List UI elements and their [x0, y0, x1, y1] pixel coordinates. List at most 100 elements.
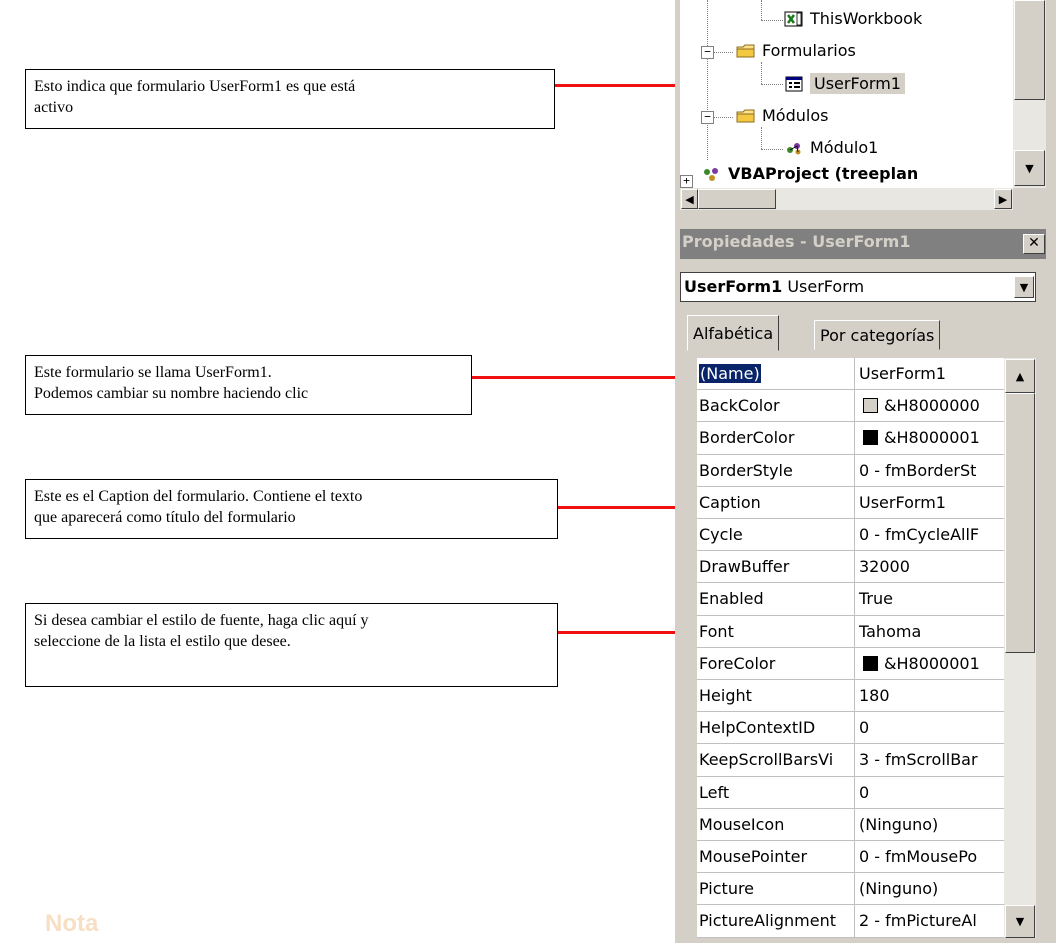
object-type: UserForm: [787, 277, 865, 296]
property-value[interactable]: 0 - fmMousePo: [855, 841, 1004, 872]
tree-vertical-scroll-thumb[interactable]: [1014, 0, 1045, 100]
callout-form-name: Este formulario se llama UserForm1. Pode…: [25, 355, 472, 415]
property-row-mousepointer[interactable]: MousePointer 0 - fmMousePo: [697, 841, 1004, 874]
collapse-modulos-toggle[interactable]: −: [701, 111, 714, 124]
tree-item-label: Módulo1: [810, 138, 879, 157]
excel-workbook-icon: [784, 11, 803, 26]
properties-scroll-thumb[interactable]: [1005, 393, 1035, 653]
property-value[interactable]: UserForm1: [855, 487, 1004, 518]
note-label: Nota: [45, 910, 99, 937]
chevron-down-icon[interactable]: ▼: [1014, 276, 1034, 298]
tab-por-categorias[interactable]: Por categorías: [814, 320, 941, 350]
property-name: (Name): [697, 358, 855, 390]
property-row-borderstyle[interactable]: BorderStyle 0 - fmBorderSt: [697, 454, 1004, 487]
property-value[interactable]: 180: [855, 680, 1004, 711]
tab-alfabetica[interactable]: Alfabética: [687, 315, 780, 351]
tree-item-userform1[interactable]: UserForm1: [784, 73, 905, 94]
property-value[interactable]: Tahoma: [855, 616, 1004, 647]
property-value[interactable]: 0 - fmBorderSt: [855, 455, 1004, 486]
property-value[interactable]: 0 - fmCycleAllF: [855, 519, 1004, 550]
property-row-helpcontextid[interactable]: HelpContextID 0: [697, 712, 1004, 745]
property-row-forecolor[interactable]: ForeColor &H8000001: [697, 647, 1004, 680]
property-name: PictureAlignment: [697, 905, 855, 937]
property-name: DrawBuffer: [697, 551, 855, 583]
tree-line: [761, 149, 783, 150]
tree-item-vbaproject[interactable]: VBAProject (treeplan: [702, 164, 918, 183]
property-row-caption[interactable]: Caption UserForm1: [697, 486, 1004, 519]
tree-item-thisworkbook[interactable]: ThisWorkbook: [784, 9, 922, 28]
property-name: HelpContextID: [697, 712, 855, 744]
property-value[interactable]: &H8000001: [855, 648, 1004, 679]
property-row-name[interactable]: (Name) UserForm1: [697, 358, 1004, 391]
tree-item-label: VBAProject (treeplan: [728, 164, 919, 183]
property-value[interactable]: True: [855, 583, 1004, 614]
property-name: Picture: [697, 873, 855, 905]
property-value[interactable]: UserForm1: [855, 358, 1004, 389]
property-name: MousePointer: [697, 841, 855, 873]
property-value[interactable]: 0: [855, 712, 1004, 743]
property-value[interactable]: (Ninguno): [855, 873, 1004, 904]
property-name: Left: [697, 776, 855, 808]
property-name: MouseIcon: [697, 808, 855, 840]
property-name: Cycle: [697, 519, 855, 551]
tree-item-label: UserForm1: [810, 73, 905, 94]
tree-line: [761, 127, 762, 149]
tree-scroll-right-button[interactable]: ▶: [994, 189, 1012, 209]
tree-item-formularios[interactable]: Formularios: [736, 41, 856, 60]
property-value[interactable]: &H8000000: [855, 390, 1004, 421]
property-row-drawbuffer[interactable]: DrawBuffer 32000: [697, 551, 1004, 584]
property-value[interactable]: &H8000001: [855, 422, 1004, 453]
properties-grid: (Name) UserForm1 BackColor &H8000000 Bor…: [697, 358, 1004, 938]
color-swatch: [863, 430, 878, 446]
properties-scroll-down-button[interactable]: ▼: [1005, 905, 1035, 938]
tree-scroll-left-button[interactable]: ◀: [681, 189, 698, 209]
expand-vbaproject-toggle[interactable]: +: [680, 175, 693, 188]
property-name: KeepScrollBarsVi: [697, 744, 855, 776]
module-icon: [787, 142, 801, 154]
callout-caption: Este es el Caption del formulario. Conti…: [25, 479, 558, 539]
property-value[interactable]: 3 - fmScrollBar: [855, 744, 1004, 775]
property-value[interactable]: 2 - fmPictureAl: [855, 905, 1004, 936]
tree-item-label: Módulos: [762, 106, 829, 125]
property-value[interactable]: 0: [855, 777, 1004, 808]
property-name: BackColor: [697, 390, 855, 422]
property-name: Enabled: [697, 583, 855, 615]
callout-active-form: Esto indica que formulario UserForm1 es …: [25, 69, 555, 129]
property-name: Caption: [697, 486, 855, 518]
property-name: Font: [697, 615, 855, 647]
tree-horizontal-scroll-thumb[interactable]: [698, 189, 776, 209]
property-row-height[interactable]: Height 180: [697, 680, 1004, 713]
tree-item-modulos[interactable]: Módulos: [736, 106, 828, 125]
property-name: ForeColor: [697, 647, 855, 679]
property-row-left[interactable]: Left 0: [697, 776, 1004, 809]
callout-font: Si desea cambiar el estilo de fuente, ha…: [25, 603, 558, 687]
close-icon[interactable]: ✕: [1023, 234, 1045, 254]
property-value[interactable]: (Ninguno): [855, 809, 1004, 840]
userform-icon: [785, 76, 803, 91]
property-row-backcolor[interactable]: BackColor &H8000000: [697, 390, 1004, 423]
property-row-enabled[interactable]: Enabled True: [697, 583, 1004, 616]
collapse-formularios-toggle[interactable]: −: [701, 46, 714, 59]
tree-line: [761, 0, 762, 20]
folder-icon: [736, 109, 755, 122]
properties-scroll-up-button[interactable]: ▲: [1005, 359, 1035, 393]
vbaproject-icon: [704, 167, 718, 181]
property-row-cycle[interactable]: Cycle 0 - fmCycleAllF: [697, 519, 1004, 552]
color-swatch: [863, 655, 878, 671]
property-name: BorderStyle: [697, 454, 855, 486]
property-value[interactable]: 32000: [855, 551, 1004, 582]
property-name: Height: [697, 680, 855, 712]
property-row-font[interactable]: Font Tahoma: [697, 615, 1004, 648]
property-row-picturealignment[interactable]: PictureAlignment 2 - fmPictureAl: [697, 905, 1004, 938]
tree-line: [761, 62, 762, 84]
tree-line: [713, 52, 733, 53]
tree-scroll-down-button[interactable]: ▼: [1014, 150, 1045, 186]
property-row-mouseicon[interactable]: MouseIcon (Ninguno): [697, 808, 1004, 841]
property-row-picture[interactable]: Picture (Ninguno): [697, 873, 1004, 906]
tree-line: [713, 117, 733, 118]
property-row-keepscrollbarsvisible[interactable]: KeepScrollBarsVi 3 - fmScrollBar: [697, 744, 1004, 777]
property-name: BorderColor: [697, 422, 855, 454]
property-row-bordercolor[interactable]: BorderColor &H8000001: [697, 422, 1004, 455]
object-selector-value: UserForm1 UserForm: [684, 277, 864, 296]
tree-item-modulo1[interactable]: Módulo1: [784, 138, 878, 157]
